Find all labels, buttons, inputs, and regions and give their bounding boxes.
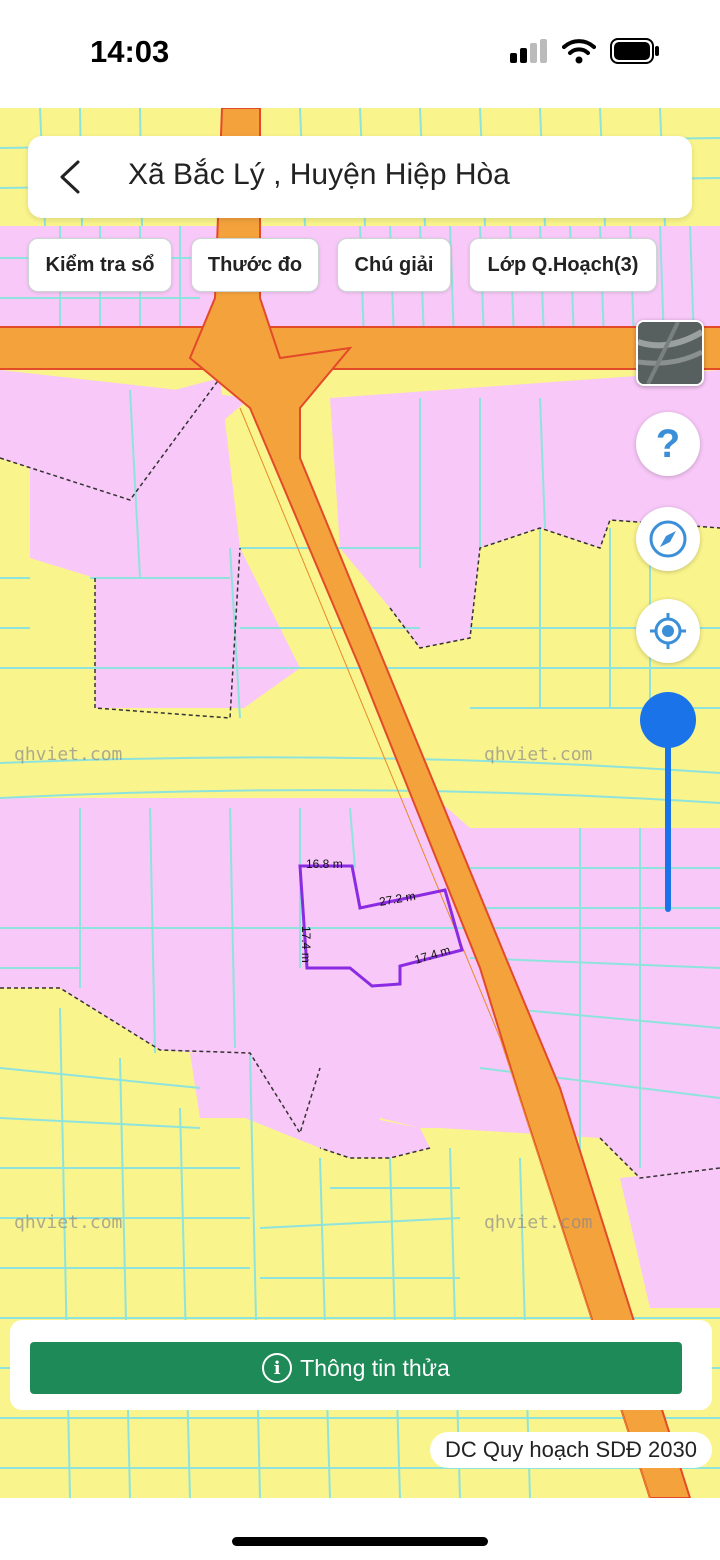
- locate-button[interactable]: [636, 599, 700, 663]
- location-title: Xã Bắc Lý , Huyện Hiệp Hòa: [128, 158, 510, 191]
- planning-layer-button[interactable]: Lớp Q.Hoạch(3): [469, 238, 657, 292]
- parcel-info-button[interactable]: i Thông tin thửa: [30, 1342, 682, 1394]
- location-search-bar[interactable]: Xã Bắc Lý , Huyện Hiệp Hòa: [28, 136, 692, 218]
- watermark: qhviet.com: [14, 1212, 122, 1233]
- watermark: qhviet.com: [484, 1212, 592, 1233]
- watermark: qhviet.com: [484, 744, 592, 765]
- compass-icon: [649, 520, 687, 558]
- home-bar-area: [0, 1498, 720, 1560]
- status-bar: 14:03: [0, 0, 720, 108]
- parcel-dim-top: 16.8 m: [306, 857, 343, 871]
- legend-button[interactable]: Chú giải: [337, 238, 451, 292]
- status-time: 14:03: [90, 34, 170, 69]
- zoom-slider-track[interactable]: [665, 730, 671, 912]
- battery-icon: [610, 38, 659, 64]
- parcel-info-label: Thông tin thửa: [300, 1354, 450, 1381]
- info-icon: i: [262, 1353, 293, 1383]
- parcel-info-card: i Thông tin thửa: [10, 1320, 712, 1410]
- map-canvas[interactable]: qhviet.com qhviet.com qhviet.com qhviet.…: [0, 108, 720, 1498]
- satellite-layer-icon[interactable]: [636, 320, 704, 386]
- help-icon: ?: [655, 422, 681, 466]
- wifi-icon: [562, 39, 596, 64]
- help-button[interactable]: ?: [636, 412, 700, 476]
- planning-version-badge: DC Quy hoạch SDĐ 2030: [430, 1432, 712, 1468]
- home-indicator[interactable]: [232, 1537, 488, 1546]
- locate-icon: [650, 613, 686, 649]
- zoom-slider-handle[interactable]: [640, 692, 696, 748]
- check-book-button[interactable]: Kiểm tra sổ: [28, 238, 172, 292]
- back-arrow-icon[interactable]: [48, 154, 94, 200]
- measure-button[interactable]: Thước đo: [191, 238, 319, 292]
- signal-icon: [510, 39, 547, 63]
- watermark: qhviet.com: [14, 744, 122, 765]
- parcel-dim-left: 17.4 m: [299, 926, 313, 963]
- compass-button[interactable]: [636, 507, 700, 571]
- planning-map[interactable]: qhviet.com qhviet.com qhviet.com qhviet.…: [0, 108, 720, 1498]
- agri-zone: [620, 1168, 720, 1308]
